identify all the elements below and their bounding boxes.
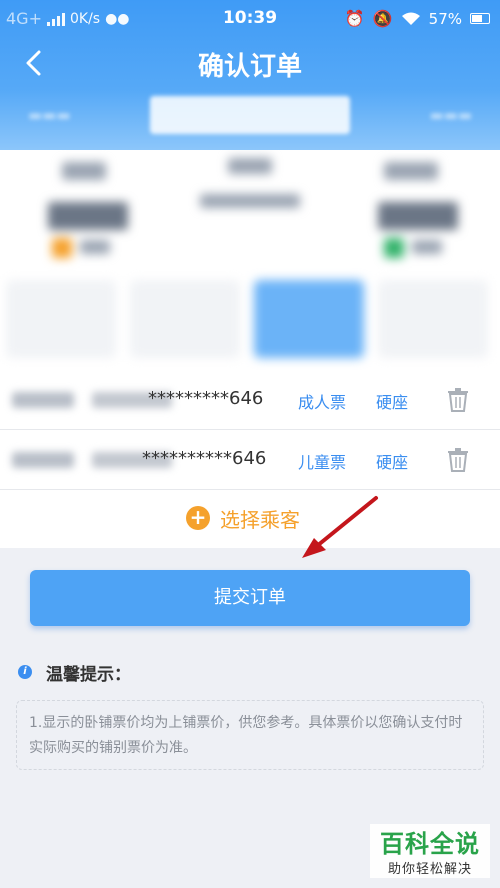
watermark-logo: 百科全说 助你轻松解决 xyxy=(370,824,490,878)
seat-type-selector[interactable]: 硬座 xyxy=(376,389,408,413)
date-pill[interactable] xyxy=(150,96,350,134)
status-bar: 4G+ 0K/s ●● 10:39 ⏰ 🔕 57% xyxy=(0,0,500,36)
passenger-name-blurred xyxy=(12,392,74,408)
prev-day-button[interactable]: ▬▬▬ xyxy=(28,106,71,124)
date-selector: ▬▬▬ ▬▬▬ xyxy=(0,96,500,136)
passenger-list: *********646 成人票 硬座 **********646 儿童票 硬座… xyxy=(0,370,500,548)
header: 4G+ 0K/s ●● 10:39 ⏰ 🔕 57% 确认订单 ▬▬▬ ▬▬▬ xyxy=(0,0,500,150)
wifi-icon xyxy=(401,12,420,25)
ticket-type-selector[interactable]: 儿童票 xyxy=(298,449,346,473)
tips-text: 1.显示的卧铺票价均为上铺票价，供您参考。具体票价以您确认支付时实际购买的铺别票… xyxy=(16,700,484,770)
trash-icon[interactable] xyxy=(446,387,470,413)
mute-icon: 🔕 xyxy=(372,9,393,28)
submit-order-button[interactable]: 提交订单 xyxy=(30,570,470,626)
watermark-slogan: 助你轻松解决 xyxy=(387,862,472,877)
watermark-brand: 百科全说 xyxy=(380,830,480,858)
info-icon: i xyxy=(18,665,32,679)
tips-header: i 温馨提示： xyxy=(16,660,486,685)
seat-type-selector[interactable]: 硬座 xyxy=(376,449,408,473)
passenger-row[interactable]: *********646 成人票 硬座 xyxy=(0,370,500,430)
select-passenger-label: 选择乘客 xyxy=(220,508,300,532)
tips-title: 温馨提示： xyxy=(46,665,131,685)
battery-icon xyxy=(470,13,490,24)
trash-icon[interactable] xyxy=(446,447,470,473)
page-title: 确认订单 xyxy=(197,52,302,82)
annotation-arrow-icon xyxy=(302,496,378,558)
alarm-icon: ⏰ xyxy=(344,9,365,28)
train-info-blurred xyxy=(0,150,500,370)
passenger-id: **********646 xyxy=(142,448,267,469)
passenger-name-blurred xyxy=(12,452,74,468)
select-passenger-button[interactable]: + 选择乘客 xyxy=(0,490,500,548)
next-day-button[interactable]: ▬▬▬ xyxy=(429,106,472,124)
plus-circle-icon: + xyxy=(186,506,210,530)
passenger-id: *********646 xyxy=(148,388,264,409)
ticket-type-selector[interactable]: 成人票 xyxy=(298,389,346,413)
battery-percent: 57% xyxy=(428,9,462,28)
passenger-row[interactable]: **********646 儿童票 硬座 xyxy=(0,430,500,490)
